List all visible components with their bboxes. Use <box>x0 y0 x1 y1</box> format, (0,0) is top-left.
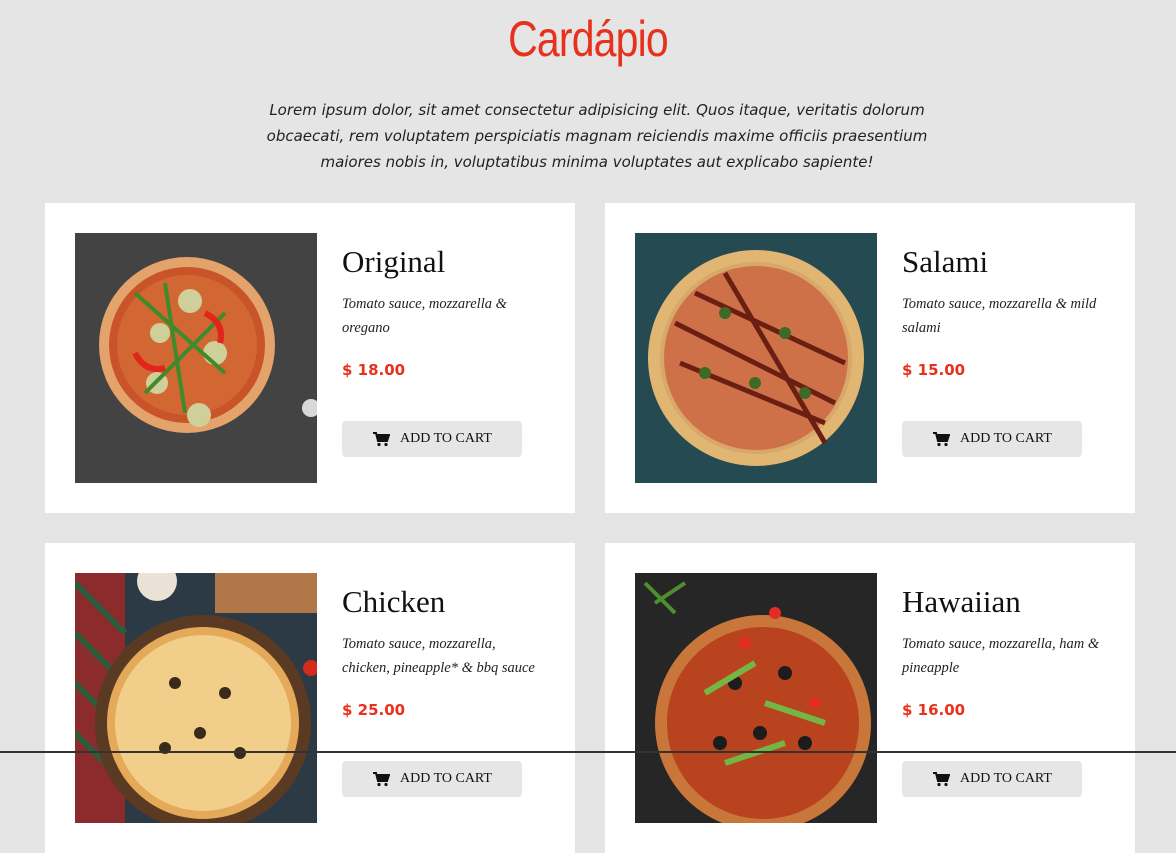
item-price: $ 18.00 <box>342 361 406 379</box>
cart-icon <box>373 772 390 787</box>
item-description: Tomato sauce, mozzarella & mild salami <box>902 296 1097 336</box>
add-to-cart-label: ADD TO CART <box>960 431 1052 446</box>
pizza-image <box>635 573 877 823</box>
item-description: Tomato sauce, mozzarella, ham & pineappl… <box>902 636 1100 676</box>
item-name: Chicken <box>342 584 446 619</box>
cart-icon <box>933 432 950 447</box>
item-name: Salami <box>902 244 989 279</box>
cart-icon <box>373 432 390 447</box>
add-to-cart-button[interactable]: ADD TO CART <box>902 421 1082 457</box>
pizza-image <box>635 233 877 483</box>
page-title: Cardápio <box>508 11 669 67</box>
add-to-cart-label: ADD TO CART <box>400 771 492 786</box>
pizza-image <box>75 573 317 823</box>
intro-text: Lorem ipsum dolor, sit amet consectetur … <box>266 101 928 171</box>
menu-card-original: Original Tomato sauce, mozzarella & oreg… <box>45 203 575 513</box>
menu-card-hawaiian: Hawaiian Tomato sauce, mozzarella, ham &… <box>605 543 1135 853</box>
add-to-cart-button[interactable]: ADD TO CART <box>342 421 522 457</box>
menu-card-salami: Salami Tomato sauce, mozzarella & mild s… <box>605 203 1135 513</box>
item-price: $ 25.00 <box>342 701 406 719</box>
add-to-cart-button[interactable]: ADD TO CART <box>902 761 1082 797</box>
item-name: Hawaiian <box>902 584 1021 619</box>
item-description: Tomato sauce, mozzarella & oregano <box>342 296 507 336</box>
add-to-cart-label: ADD TO CART <box>960 771 1052 786</box>
item-price: $ 15.00 <box>902 361 966 379</box>
menu-card-chicken: Chicken Tomato sauce, mozzarella, chicke… <box>45 543 575 853</box>
add-to-cart-label: ADD TO CART <box>400 431 492 446</box>
item-name: Original <box>342 244 446 279</box>
item-description: Tomato sauce, mozzarella, chicken, pinea… <box>342 636 535 676</box>
add-to-cart-button[interactable]: ADD TO CART <box>342 761 522 797</box>
pizza-image <box>75 233 317 483</box>
item-price: $ 16.00 <box>902 701 966 719</box>
cart-icon <box>933 772 950 787</box>
